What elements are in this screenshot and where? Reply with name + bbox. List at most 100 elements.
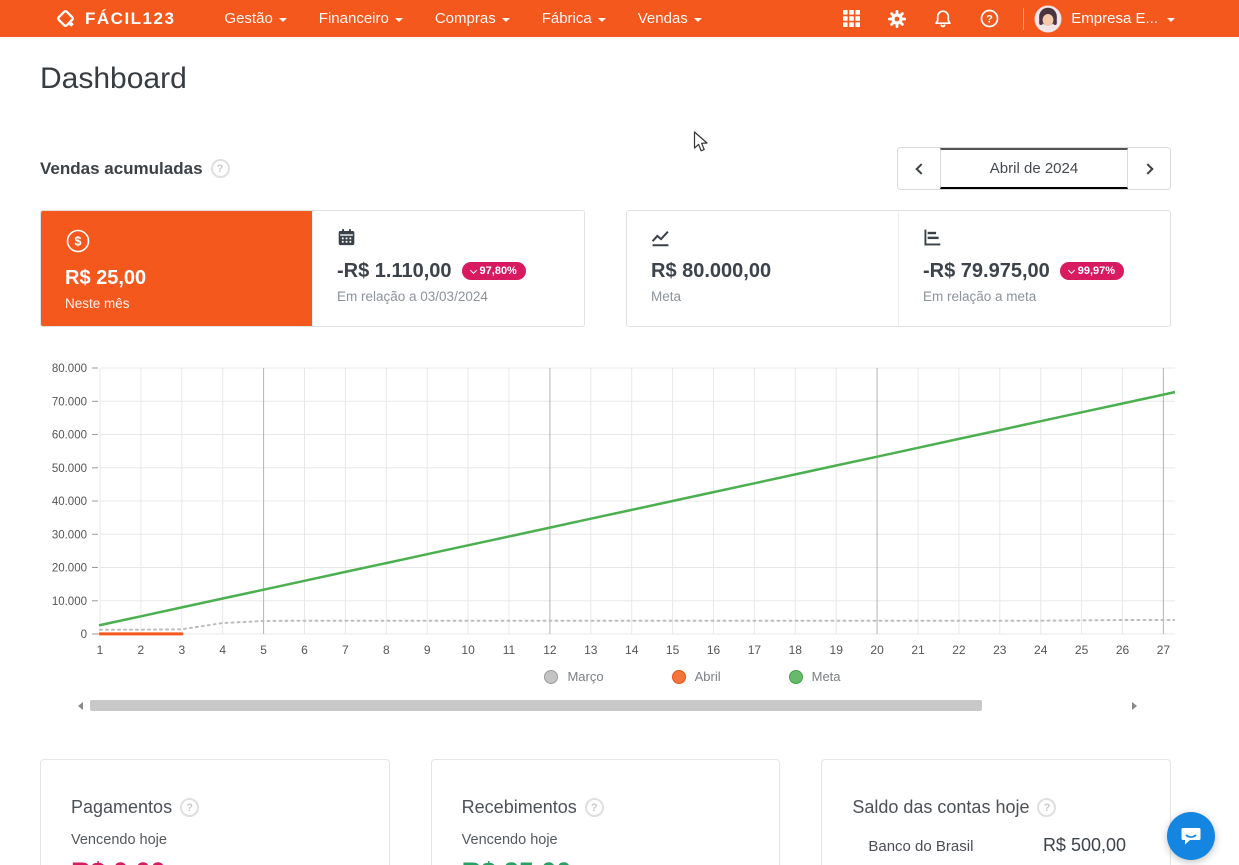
- scroll-left-arrow[interactable]: [78, 701, 83, 710]
- nav-menu-compras[interactable]: Compras: [419, 0, 526, 37]
- line-chart-icon: [651, 231, 669, 247]
- nav-menu-vendas[interactable]: Vendas: [622, 0, 718, 37]
- help-circle-icon: ?: [980, 9, 999, 28]
- kpi-vs-meta[interactable]: -R$ 79.975,00 99,97% Em relação a meta: [898, 211, 1170, 326]
- sales-section-title-text: Vendas acumuladas: [40, 158, 203, 178]
- svg-text:10: 10: [461, 643, 475, 657]
- nav-menu-gestao[interactable]: Gestão: [208, 0, 302, 37]
- svg-text:$: $: [75, 235, 82, 249]
- account-name: Empresa E...: [1071, 10, 1158, 27]
- nav-menu-label: Fábrica: [541, 10, 592, 27]
- scrollbar-track[interactable]: [89, 700, 1126, 711]
- apps-grid-button[interactable]: [829, 0, 874, 37]
- kpi-meta[interactable]: R$ 80.000,00 Meta: [627, 211, 898, 326]
- kpi-delta-badge: 99,97%: [1059, 262, 1125, 280]
- chat-bubble-icon: [1181, 828, 1201, 845]
- navbar-right: ? Empresa E...: [829, 0, 1221, 37]
- kpi-cards-row: $ R$ 25,00 Neste mês -R$ 1.110,00 97,80%…: [40, 210, 1171, 327]
- svg-text:30.000: 30.000: [52, 529, 87, 541]
- svg-text:?: ?: [986, 13, 993, 25]
- account-row: Banco do Brasil R$ 500,00: [852, 835, 1140, 856]
- help-icon[interactable]: ?: [1037, 798, 1057, 817]
- chevron-right-icon: [1141, 162, 1154, 175]
- notifications-button[interactable]: [920, 0, 966, 37]
- kpi-delta-value: 97,80%: [479, 265, 517, 277]
- nav-menu-label: Gestão: [224, 10, 273, 27]
- chevron-down-icon: [1167, 17, 1175, 22]
- chat-launcher-button[interactable]: [1167, 812, 1215, 860]
- kpi-value: -R$ 79.975,00: [923, 260, 1050, 282]
- sales-section-title: Vendas acumuladas ?: [40, 159, 230, 179]
- nav-menu-label: Financeiro: [318, 10, 389, 27]
- previous-period-button[interactable]: [898, 148, 940, 189]
- svg-text:11: 11: [503, 643, 516, 657]
- kpi-label: Meta: [651, 289, 682, 304]
- svg-text:10.000: 10.000: [52, 596, 87, 608]
- svg-text:25: 25: [1075, 643, 1089, 657]
- svg-text:12: 12: [543, 643, 557, 657]
- summary-cards-row: Pagamentos ? Vencendo hoje R$ 0,00 Receb…: [40, 759, 1172, 865]
- kpi-current-month[interactable]: $ R$ 25,00 Neste mês: [41, 211, 312, 326]
- legend-item[interactable]: Abril: [671, 669, 721, 684]
- legend-dot: [544, 669, 559, 684]
- kpi-value: R$ 80.000,00: [651, 260, 772, 282]
- help-icon[interactable]: ?: [210, 159, 230, 178]
- chevron-down-icon: [394, 17, 403, 22]
- svg-text:20: 20: [870, 643, 884, 657]
- svg-text:27: 27: [1157, 643, 1171, 657]
- legend-dot: [788, 669, 803, 684]
- svg-text:23: 23: [993, 643, 1007, 657]
- account-balance: R$ 500,00: [1042, 835, 1127, 855]
- card-pagamentos[interactable]: Pagamentos ? Vencendo hoje R$ 0,00: [40, 759, 390, 865]
- chevron-down-icon: [469, 266, 477, 274]
- legend-label: Março: [567, 669, 604, 684]
- svg-text:40.000: 40.000: [52, 496, 87, 508]
- sales-section-header: Vendas acumuladas ? Abril de 2024: [40, 147, 1171, 190]
- kpi-delta-badge: 97,80%: [461, 262, 526, 280]
- nav-menu-financeiro[interactable]: Financeiro: [303, 0, 419, 37]
- chevron-down-icon: [597, 17, 606, 22]
- chevron-left-icon: [914, 162, 927, 175]
- chevron-down-icon: [1067, 266, 1075, 274]
- svg-text:19: 19: [830, 643, 844, 657]
- scroll-right-arrow[interactable]: [1132, 701, 1137, 710]
- card-recebimentos[interactable]: Recebimentos ? Vencendo hoje R$ 25,00: [430, 759, 781, 865]
- svg-text:6: 6: [301, 643, 308, 657]
- nav-menu-fabrica[interactable]: Fábrica: [526, 0, 622, 37]
- money-circle-icon: $: [66, 229, 90, 253]
- page-title: Dashboard: [40, 62, 187, 95]
- settings-button[interactable]: [874, 0, 920, 37]
- svg-text:7: 7: [342, 643, 349, 657]
- brand-logo[interactable]: FÁCIL123: [55, 8, 175, 29]
- help-icon[interactable]: ?: [180, 798, 200, 817]
- kpi-label: Neste mês: [65, 296, 130, 311]
- period-navigator: Abril de 2024: [897, 147, 1171, 190]
- legend-dot: [671, 669, 686, 684]
- next-period-button[interactable]: [1128, 148, 1170, 189]
- account-name: Banco do Brasil: [868, 838, 974, 855]
- sales-line-chart[interactable]: 0 10.000 20.000 30.000 40.000 50.000 60.000 70.…: [40, 355, 1206, 657]
- svg-text:0: 0: [81, 629, 87, 641]
- period-label[interactable]: Abril de 2024: [940, 148, 1128, 189]
- help-button[interactable]: ?: [966, 0, 1013, 37]
- chevron-down-icon: [693, 17, 702, 22]
- kpi-delta-value: 99,97%: [1077, 265, 1116, 277]
- card-title-text: Saldo das contas hoje: [852, 797, 1030, 817]
- svg-text:60.000: 60.000: [52, 430, 87, 442]
- help-icon[interactable]: ?: [584, 798, 604, 817]
- kpi-vs-previous[interactable]: -R$ 1.110,00 97,80% Em relação a 03/03/2…: [312, 211, 584, 326]
- svg-text:24: 24: [1034, 643, 1048, 657]
- scrollbar-thumb[interactable]: [90, 700, 982, 711]
- chart-horizontal-scrollbar: [78, 700, 1137, 711]
- card-value: R$ 0,00: [71, 857, 359, 865]
- chart-legend: Março Abril Meta: [40, 669, 1175, 684]
- legend-item[interactable]: Março: [544, 669, 604, 684]
- top-navbar: FÁCIL123 Gestão Financeiro Compras Fábri…: [0, 0, 1239, 37]
- account-menu[interactable]: Empresa E...: [1034, 5, 1221, 33]
- svg-text:14: 14: [625, 643, 639, 657]
- legend-item[interactable]: Meta: [788, 669, 841, 684]
- card-title-text: Pagamentos: [71, 797, 173, 817]
- card-saldo-contas[interactable]: Saldo das contas hoje ? Banco do Brasil …: [821, 759, 1172, 865]
- svg-text:13: 13: [584, 643, 598, 657]
- chevron-down-icon: [278, 17, 287, 22]
